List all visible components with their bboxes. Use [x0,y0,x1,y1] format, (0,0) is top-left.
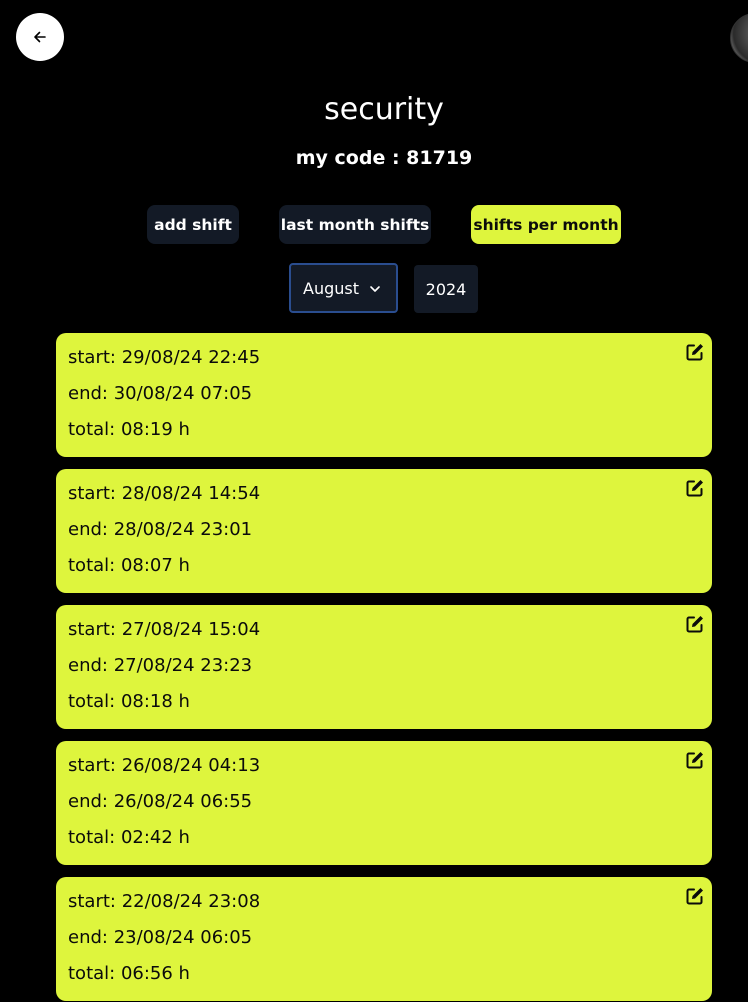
shift-end: end: 26/08/24 06:55 [68,791,253,812]
shift-total: total: 06:56 h [68,963,190,984]
shift-start: start: 28/08/24 14:54 [68,483,261,504]
last-month-shifts-button[interactable]: last month shifts [279,205,431,244]
shift-card: start: 22/08/24 23:08 end: 23/08/24 06:05… [56,877,712,1001]
shift-card: start: 28/08/24 14:54 end: 28/08/24 23:01… [56,469,712,593]
edit-icon [686,344,703,361]
avatar[interactable] [730,13,748,63]
shift-total: total: 02:42 h [68,827,190,848]
shift-end: end: 30/08/24 07:05 [68,383,253,404]
edit-icon [686,888,703,905]
edit-shift-button[interactable] [685,886,705,906]
page-title: security [324,92,444,127]
shifts-per-month-button[interactable]: shifts per month [471,205,621,244]
shift-start: start: 22/08/24 23:08 [68,891,261,912]
year-input[interactable]: 2024 [414,265,478,313]
shift-card: start: 26/08/24 04:13 end: 26/08/24 06:55… [56,741,712,865]
shift-total: total: 08:18 h [68,691,190,712]
month-select[interactable]: August [289,263,398,313]
month-select-value: August [303,278,359,298]
shift-card: start: 29/08/24 22:45 end: 30/08/24 07:05… [56,333,712,457]
shift-end: end: 27/08/24 23:23 [68,655,253,676]
edit-shift-button[interactable] [685,342,705,362]
shift-end: end: 28/08/24 23:01 [68,519,253,540]
arrow-left-icon [34,31,46,43]
back-button[interactable] [16,13,64,61]
shift-total: total: 08:19 h [68,419,190,440]
edit-icon [686,752,703,769]
shift-start: start: 26/08/24 04:13 [68,755,261,776]
add-shift-button[interactable]: add shift [147,205,239,244]
shift-start: start: 29/08/24 22:45 [68,347,261,368]
shift-end: end: 23/08/24 06:05 [68,927,253,948]
edit-icon [686,480,703,497]
shift-card: start: 27/08/24 15:04 end: 27/08/24 23:23… [56,605,712,729]
user-code: my code : 81719 [295,147,473,169]
edit-shift-button[interactable] [685,614,705,634]
chevron-down-icon [370,286,380,292]
shift-start: start: 27/08/24 15:04 [68,619,261,640]
edit-shift-button[interactable] [685,750,705,770]
edit-icon [686,616,703,633]
shift-total: total: 08:07 h [68,555,190,576]
edit-shift-button[interactable] [685,478,705,498]
